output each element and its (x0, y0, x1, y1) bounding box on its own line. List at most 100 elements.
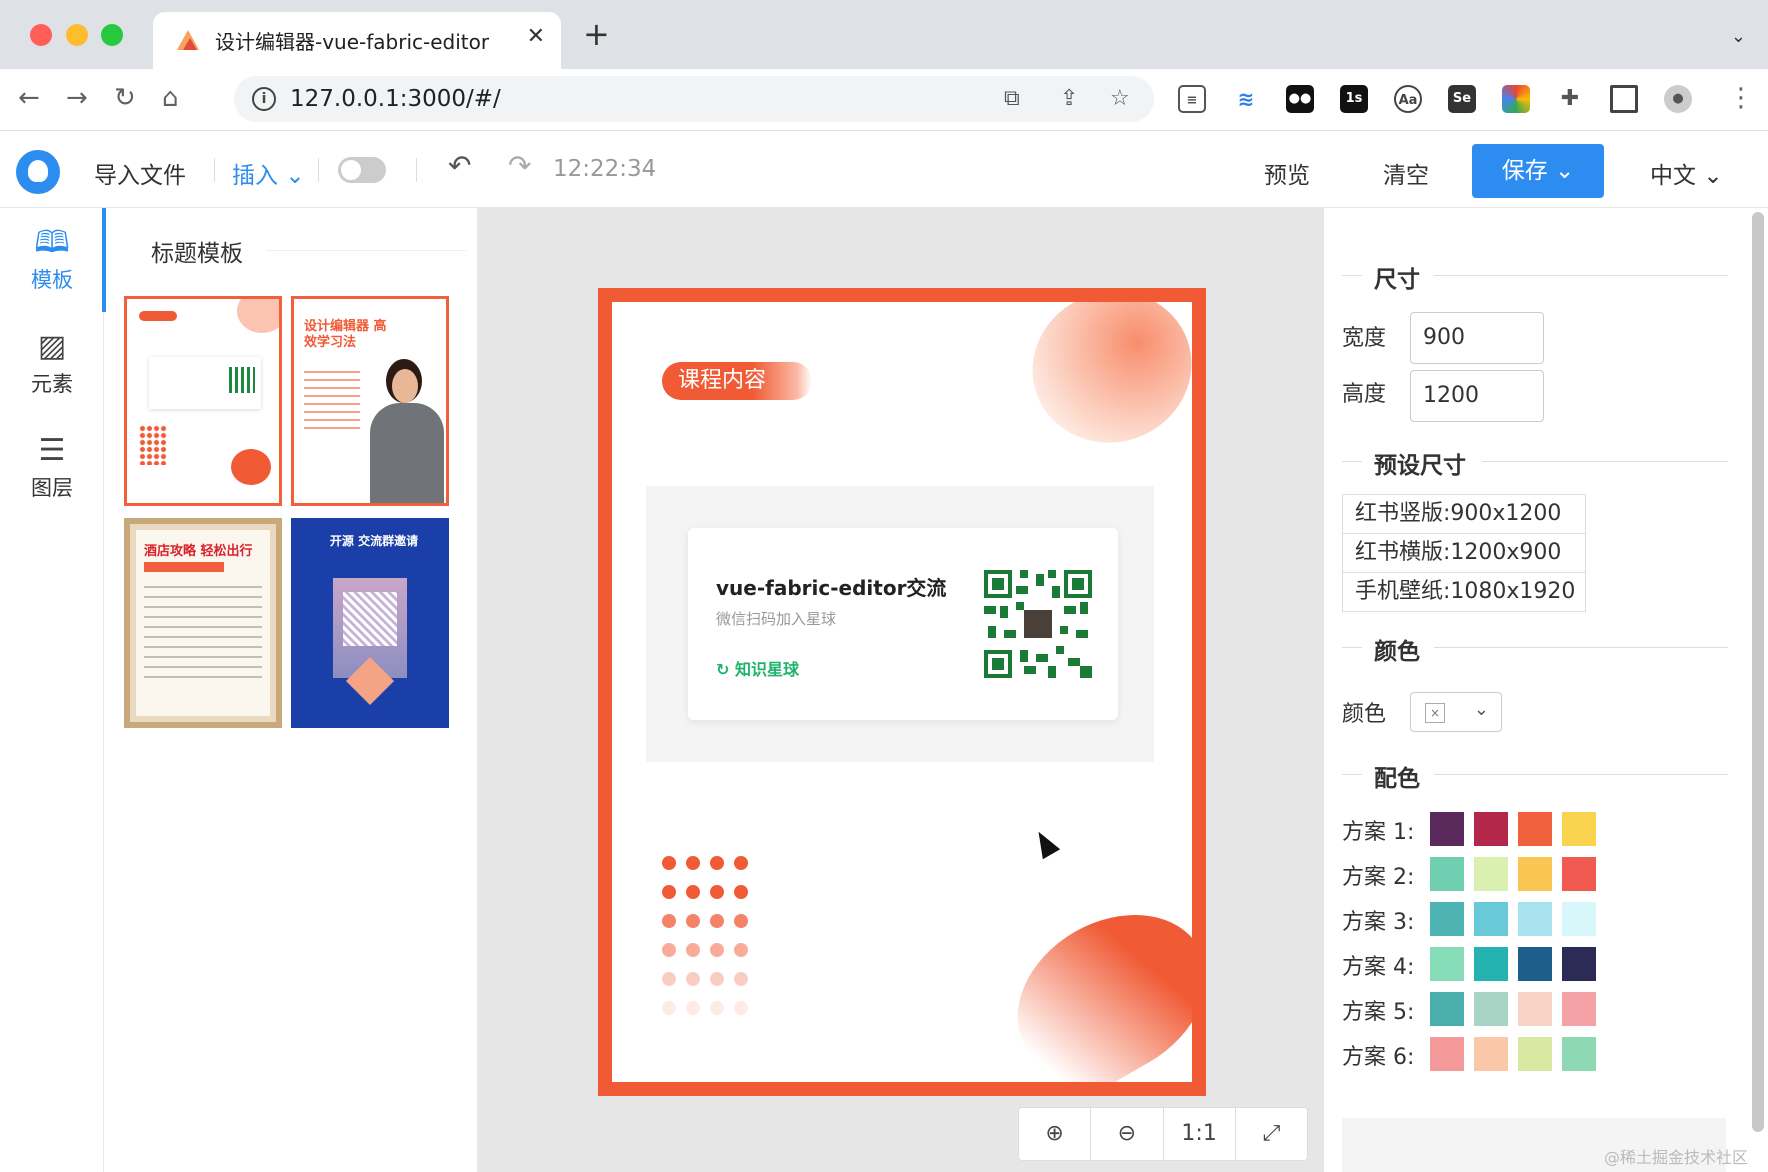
home-icon[interactable]: ⌂ (162, 85, 179, 111)
glasses-extension-icon[interactable]: ●● (1286, 85, 1314, 113)
color-swatch[interactable] (1430, 992, 1464, 1026)
color-label: 颜色 (1342, 702, 1387, 727)
decor-dot (734, 1001, 748, 1015)
thumb-qr (229, 367, 255, 393)
color-swatch[interactable] (1474, 857, 1508, 891)
poster-canvas[interactable]: 课程内容 vue-fabric-editor交流 微信扫码加入星球 ↻ 知识星球 (598, 288, 1206, 1096)
save-button[interactable]: 保存 ⌄ (1472, 144, 1604, 198)
color-swatch[interactable] (1474, 992, 1508, 1026)
color-swatch[interactable] (1562, 902, 1596, 936)
close-window-button[interactable] (30, 24, 52, 46)
toolbar-divider (318, 158, 319, 182)
template-thumb-course[interactable] (124, 296, 282, 506)
qr-code (984, 570, 1092, 678)
zoom-in-button[interactable]: ⊕ (1019, 1108, 1092, 1160)
color-swatch[interactable] (1562, 947, 1596, 981)
height-input[interactable]: 1200 (1410, 370, 1544, 422)
omnibox[interactable]: i 127.0.0.1:3000/#/ ⧉ ⇪ ☆ (234, 76, 1154, 122)
color-swatch[interactable] (1562, 992, 1596, 1026)
share-icon[interactable]: ⇪ (1060, 86, 1078, 111)
browser-tab[interactable]: 设计编辑器-vue-fabric-editor ✕ (153, 12, 561, 69)
width-label: 宽度 (1342, 326, 1387, 351)
undo-icon[interactable]: ↶ (448, 152, 471, 180)
template-thumb-study[interactable]: 设计编辑器 高效学习法 (291, 296, 449, 506)
zoom-reset-button[interactable]: 1:1 (1164, 1108, 1236, 1160)
rail-item-label: 模板 (31, 268, 73, 292)
image-icon: ▨ (37, 329, 67, 364)
translate-icon[interactable]: ⧉ (1004, 86, 1020, 111)
snap-toggle[interactable] (338, 157, 386, 183)
poster-tag[interactable]: 课程内容 (662, 362, 812, 400)
zoom-out-button[interactable]: ⊖ (1091, 1108, 1164, 1160)
decor-dot (662, 972, 676, 986)
color-swatch[interactable] (1474, 947, 1508, 981)
color-swatch[interactable] (1518, 902, 1552, 936)
color-swatch[interactable] (1518, 1037, 1552, 1071)
preset-option[interactable]: 手机壁纸:1080x1920 (1342, 572, 1586, 612)
redo-icon[interactable]: ↷ (508, 152, 531, 180)
new-tab-icon[interactable]: + (583, 18, 610, 50)
color-swatch[interactable] (1518, 992, 1552, 1026)
sidepanel-icon[interactable] (1610, 85, 1638, 113)
color-swatch[interactable] (1474, 1037, 1508, 1071)
color-swatch[interactable] (1518, 812, 1552, 846)
qr-card[interactable]: vue-fabric-editor交流 微信扫码加入星球 ↻ 知识星球 (688, 528, 1118, 720)
color-swatch[interactable] (1474, 812, 1508, 846)
insert-dropdown-button[interactable]: 插入 ⌄ (232, 156, 305, 190)
back-icon[interactable]: ← (18, 85, 40, 111)
color-extension-icon[interactable] (1502, 85, 1530, 113)
width-input[interactable]: 900 (1410, 312, 1544, 364)
site-info-icon[interactable]: i (252, 87, 276, 111)
color-swatch[interactable] (1562, 857, 1596, 891)
canvas-workspace[interactable]: 课程内容 vue-fabric-editor交流 微信扫码加入星球 ↻ 知识星球 (478, 208, 1324, 1172)
color-swatch[interactable] (1430, 857, 1464, 891)
rail-item-layers[interactable]: ☰ 图层 (0, 436, 104, 502)
import-file-button[interactable]: 导入文件 (94, 156, 186, 190)
fullscreen-button[interactable]: ⤢ (1236, 1108, 1307, 1160)
puzzle-extension-icon[interactable]: ✚ (1556, 85, 1584, 113)
1s-extension-icon[interactable]: 1s (1340, 85, 1368, 113)
thumb-blob (237, 299, 279, 333)
language-select[interactable]: 中文 ⌄ (1650, 156, 1723, 190)
color-picker[interactable]: × ⌄ (1410, 692, 1502, 732)
color-swatch[interactable] (1518, 947, 1552, 981)
color-swatch[interactable] (1562, 1037, 1596, 1071)
browser-menu-icon[interactable]: ⋮ (1728, 85, 1754, 111)
scheme-section-header: 配色 (1324, 759, 1728, 792)
color-swatch[interactable] (1430, 1037, 1464, 1071)
template-section-title: 标题模板 (151, 241, 243, 267)
rail-item-templates[interactable]: 🕮 模板 (0, 228, 104, 294)
size-section-header: 尺寸 (1324, 260, 1728, 293)
decor-blob-top[interactable] (1011, 302, 1192, 465)
color-swatch[interactable] (1430, 812, 1464, 846)
color-swatch[interactable] (1430, 902, 1464, 936)
template-thumb-community[interactable]: 开源 交流群邀请 (291, 518, 449, 728)
minimize-window-button[interactable] (66, 24, 88, 46)
decor-blob-bottom[interactable] (987, 882, 1192, 1082)
reader-extension-icon[interactable]: ≡ (1178, 85, 1206, 113)
rail-item-elements[interactable]: ▨ 元素 (0, 332, 104, 398)
tab-close-icon[interactable]: ✕ (527, 24, 545, 49)
profile-avatar-icon[interactable]: ● (1664, 85, 1692, 113)
reload-icon[interactable]: ↻ (114, 85, 136, 111)
forward-icon[interactable]: → (66, 85, 88, 111)
tab-search-icon[interactable]: ⌄ (1731, 26, 1746, 47)
bookmark-star-icon[interactable]: ☆ (1110, 86, 1130, 111)
color-swatch[interactable] (1518, 857, 1552, 891)
maximize-window-button[interactable] (101, 24, 123, 46)
preset-option[interactable]: 红书横版:1200x900 (1342, 533, 1586, 573)
preset-option[interactable]: 红书竖版:900x1200 (1342, 494, 1586, 534)
clear-button[interactable]: 清空 (1383, 156, 1429, 190)
right-panel-scrollbar[interactable] (1752, 212, 1764, 1132)
layers-extension-icon[interactable]: ≋ (1232, 85, 1260, 113)
preview-button[interactable]: 预览 (1264, 156, 1310, 190)
dictionary-extension-icon[interactable]: Aa (1394, 85, 1422, 113)
color-swatch[interactable] (1474, 902, 1508, 936)
color-swatch[interactable] (1430, 947, 1464, 981)
selenium-extension-icon[interactable]: Se (1448, 85, 1476, 113)
github-icon[interactable] (16, 150, 60, 194)
favicon-icon (177, 30, 199, 50)
rail-item-label: 图层 (31, 476, 73, 500)
template-thumb-hotel[interactable]: 酒店攻略 轻松出行 (124, 518, 282, 728)
color-swatch[interactable] (1562, 812, 1596, 846)
